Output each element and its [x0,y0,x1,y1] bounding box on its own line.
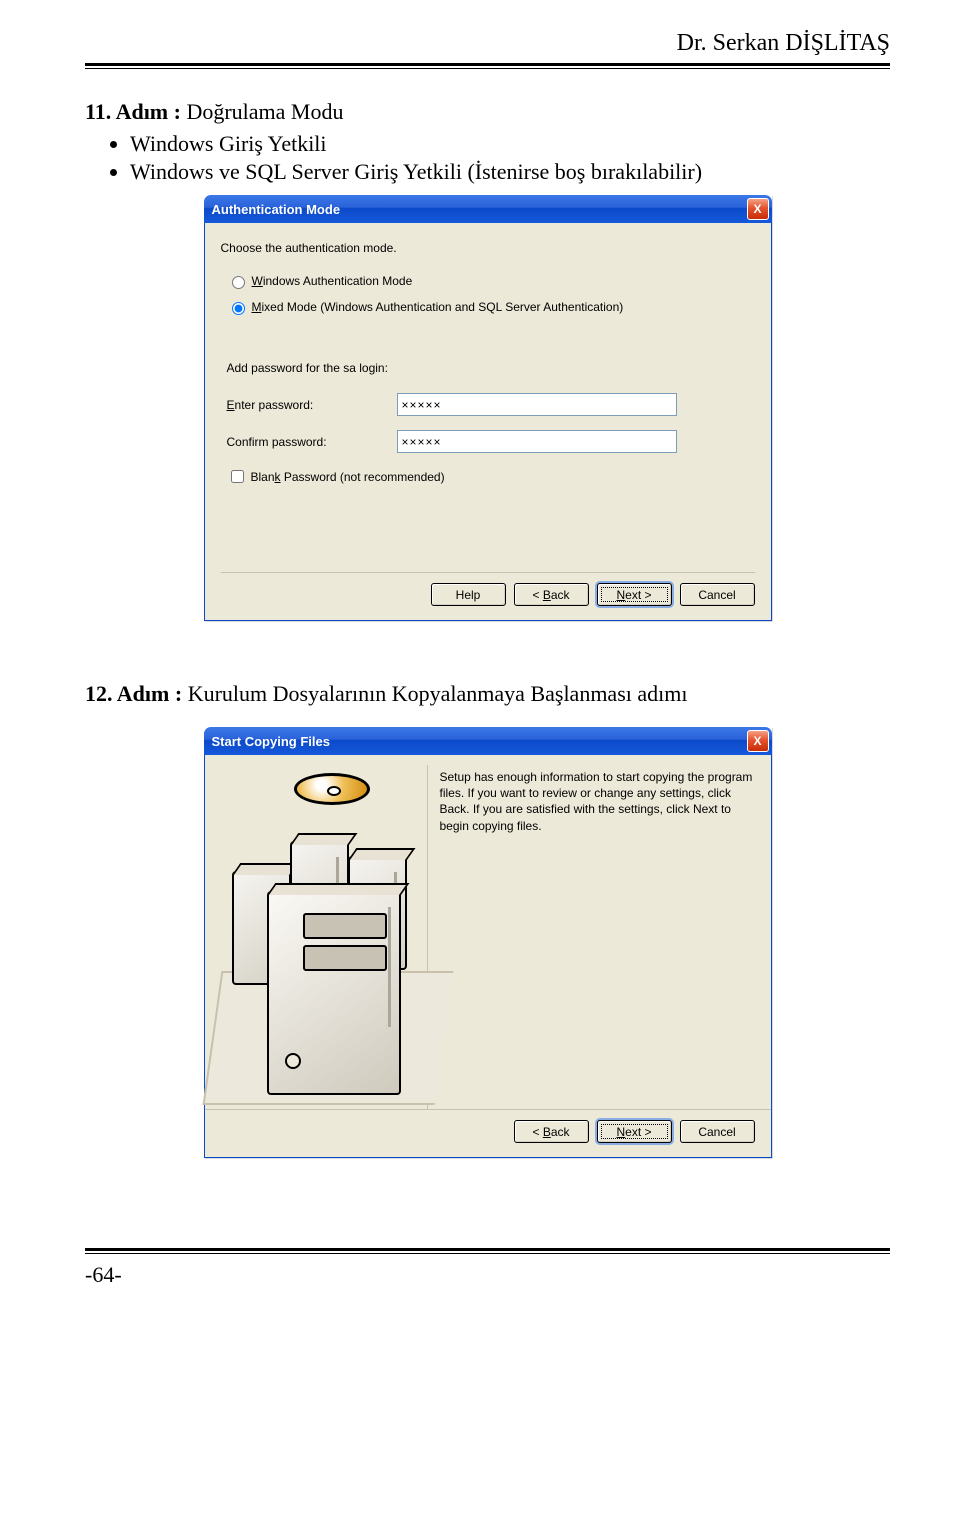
confirm-password-row: Confirm password: [227,430,755,453]
back-button[interactable]: < Back [514,583,589,606]
blank-password-label: Blank Password (not recommended) [251,470,445,484]
dialog1-titlebar[interactable]: Authentication Mode X [204,195,772,223]
enter-password-input[interactable] [397,393,677,416]
step11-title: 11. Adım : Doğrulama Modu [85,99,890,125]
dialog1-divider [221,572,755,573]
confirm-password-label: Confirm password: [227,435,397,449]
blank-password-checkbox[interactable] [231,470,244,483]
radio-mixed-label: Mixed Mode (Windows Authentication and S… [252,300,624,314]
radio-windows-auth[interactable]: Windows Authentication Mode [227,273,755,289]
dialog2-title: Start Copying Files [212,734,330,749]
close-icon[interactable]: X [747,198,769,220]
next-button[interactable]: Next > [597,1120,672,1143]
dialog2-message: Setup has enough information to start co… [440,765,759,1109]
page-number: -64- [85,1262,890,1288]
dialog1-buttons: Help < Back Next > Cancel [221,583,755,606]
step11-bullet-2: Windows ve SQL Server Giriş Yetkili (İst… [130,159,890,185]
disc-icon [294,773,370,805]
back-button[interactable]: < Back [514,1120,589,1143]
step12-label: 12. Adım : [85,681,182,706]
radio-windows-label: Windows Authentication Mode [252,274,413,288]
next-button[interactable]: Next > [597,583,672,606]
blank-password-row[interactable]: Blank Password (not recommended) [227,467,755,486]
dialog1-body: Choose the authentication mode. Windows … [204,223,772,621]
server-icon [222,785,422,1105]
step12-title: 12. Adım : Kurulum Dosyalarının Kopyalan… [85,681,890,707]
dialog-start-copying: Start Copying Files X [204,727,772,1158]
close-icon[interactable]: X [747,730,769,752]
step12-rest: Kurulum Dosyalarının Kopyalanmaya Başlan… [182,681,687,706]
dialog1-prompt: Choose the authentication mode. [221,241,755,255]
footer-rule-outer [85,1248,890,1251]
footer-rule-inner [85,1253,890,1254]
help-button[interactable]: Help [431,583,506,606]
confirm-password-input[interactable] [397,430,677,453]
dialog2-buttons: < Back Next > Cancel [205,1109,771,1157]
dialog1-title: Authentication Mode [212,202,341,217]
header-rule-inner [85,68,890,69]
cancel-button[interactable]: Cancel [680,1120,755,1143]
enter-password-label: Enter password: [227,398,397,412]
radio-mixed-auth[interactable]: Mixed Mode (Windows Authentication and S… [227,299,755,315]
enter-password-row: Enter password: [227,393,755,416]
radio-mixed-input[interactable] [232,302,245,315]
step11-label: 11. Adım : [85,99,181,124]
header-rule-outer [85,63,890,66]
dialog2-body: Setup has enough information to start co… [204,755,772,1158]
server-illustration [217,765,428,1109]
dialog2-titlebar[interactable]: Start Copying Files X [204,727,772,755]
add-pw-prompt: Add password for the sa login: [227,361,755,375]
step11-rest: Doğrulama Modu [181,99,344,124]
radio-windows-input[interactable] [232,276,245,289]
step11-bullet-1: Windows Giriş Yetkili [130,131,890,157]
dialog-auth-mode: Authentication Mode X Choose the authent… [204,195,772,621]
step11-bullets: Windows Giriş Yetkili Windows ve SQL Ser… [130,131,890,185]
header-author: Dr. Serkan DİŞLİTAŞ [85,30,890,57]
cancel-button[interactable]: Cancel [680,583,755,606]
